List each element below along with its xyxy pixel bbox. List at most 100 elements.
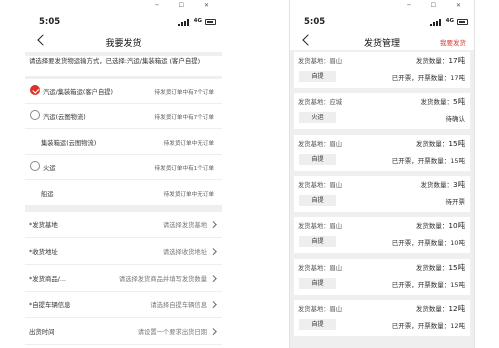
- shipment-base: 发货基地：眉山: [298, 264, 343, 272]
- battery-icon: [457, 19, 468, 25]
- form-field-row[interactable]: 出货时间 请设置一个要求出货日期: [25, 319, 222, 346]
- page-title: 我要发货: [105, 39, 142, 49]
- transport-mode-tag: 自提: [299, 153, 336, 165]
- shipment-status: 已开票，开票数量：15吨: [391, 156, 465, 165]
- nav-bar: 我要发货: [25, 34, 222, 52]
- transport-option-label: 火运: [43, 165, 56, 173]
- shipment-base: 发货基地：应城: [298, 99, 343, 107]
- shipment-card[interactable]: 发货基地：眉山 发货数量：15吨自提 已开票，开票数量：15吨: [294, 134, 470, 171]
- shipment-quantity: 发货数量：15吨: [416, 262, 465, 273]
- quantity-value: 17吨: [448, 56, 465, 65]
- transport-notice: 请选择要发货物运输方式，已选择:汽运/集装箱运 (客户自提): [25, 56, 222, 76]
- shipment-card[interactable]: 发货基地：眉山 发货数量：15吨自提 已开票，开票数量：15吨: [294, 258, 470, 295]
- transport-option[interactable]: 汽运(云图物流) 待发货订单中有7个订单: [25, 104, 222, 130]
- shipment-quantity: 发货数量：10吨: [416, 220, 465, 231]
- quantity-label: 发货数量：: [420, 180, 454, 189]
- status-bar: 5:05 4G: [290, 17, 474, 29]
- shipment-base: 发货基地：眉山: [298, 305, 343, 313]
- transport-option[interactable]: 集装箱运(云图物流) 待发货订单中无订单: [25, 129, 222, 155]
- shipment-management-screen: ─ ☐ ✕ 5:05 4G 发货管理 我要发货 发货基地：眉山 发货数量：17吨自…: [289, 0, 475, 348]
- signal-icon: [430, 19, 442, 26]
- chevron-right-icon: [209, 221, 216, 228]
- form-field-label: *收货地址: [29, 247, 58, 256]
- transport-option-note: 待发货订单中无订单: [163, 191, 214, 198]
- form-field-label: *发货基地: [29, 221, 58, 229]
- form-field-label: *自提车辆信息: [29, 301, 71, 310]
- form-field-row[interactable]: *发货商品/... 请选择发货商品并填写发货数量: [25, 265, 222, 292]
- transport-mode-tag: 自提: [299, 194, 336, 206]
- transport-option[interactable]: 船运 待发货订单中无订单: [25, 180, 222, 206]
- shipment-status: 待确认: [445, 115, 466, 124]
- shipment-status: 待开票: [445, 197, 466, 206]
- quantity-value: 15吨: [448, 262, 465, 272]
- radio-unchecked-icon[interactable]: [30, 110, 40, 121]
- transport-option-label: 汽运(云图物流): [43, 114, 86, 122]
- quantity-value: 10吨: [448, 221, 465, 231]
- form-field-placeholder[interactable]: 请选择收货地址: [163, 247, 207, 256]
- transport-option[interactable]: 汽运/集装箱运(客户自提) 待发货订单中有7个订单: [25, 79, 222, 104]
- form-field-placeholder[interactable]: 请选择自提车辆信息: [150, 300, 207, 309]
- transport-mode-tag: 火运: [299, 112, 336, 124]
- quantity-value: 3吨: [453, 179, 465, 189]
- transport-mode-tag: 自提: [299, 236, 336, 248]
- quantity-value: 15吨: [448, 138, 465, 148]
- quantity-label: 发货数量：: [415, 139, 449, 148]
- quantity-label: 发货数量：: [420, 98, 454, 107]
- signal-icon: [178, 19, 190, 26]
- network-label: 4G: [193, 18, 202, 24]
- shipment-status: 已开票，开票数量：17吨: [391, 74, 465, 82]
- battery-icon: [205, 19, 216, 25]
- shipment-status: 已开票，开票数量：12吨: [391, 321, 465, 330]
- shipment-card[interactable]: 发货基地：眉山 发货数量：17吨自提 已开票，开票数量：17吨: [294, 52, 470, 88]
- shipment-card[interactable]: 发货基地：眉山 发货数量：12吨 自提 已开票，开票数量：12吨: [294, 299, 470, 336]
- transport-option-note: 待发货订单中有7个订单: [154, 115, 215, 122]
- form-field-placeholder[interactable]: 请选择发货商品并填写发货数量: [119, 274, 207, 283]
- shipment-base: 发货基地：眉山: [298, 58, 343, 65]
- status-bar: 5:05 4G: [25, 17, 222, 29]
- radio-checked-icon[interactable]: [30, 85, 40, 95]
- status-time: 5:05: [39, 17, 61, 27]
- shipment-list[interactable]: 发货基地：眉山 发货数量：17吨 自提 已开票，开票数量：17吨 发货基地：应城 发货数量…: [290, 50, 474, 348]
- transport-option-label: 汽运/集装箱运(客户自提): [43, 89, 114, 96]
- shipment-status: 已开票，开票数量：10吨: [391, 239, 465, 248]
- shipment-base: 发货基地：眉山: [298, 223, 343, 231]
- chevron-right-icon: [209, 301, 216, 308]
- form-field-placeholder[interactable]: 请选择发货基地: [163, 220, 207, 229]
- ship-goods-screen: ─ ☐ ✕ 5:05 4G 我要发货 请选择要发货物运输方式，已选择:汽运/集装…: [25, 0, 222, 348]
- chevron-right-icon: [209, 274, 216, 282]
- quantity-label: 发货数量：: [415, 57, 449, 65]
- shipment-status: 已开票，开票数量：15吨: [391, 280, 465, 289]
- shipment-quantity: 发货数量：17吨: [416, 55, 465, 66]
- form-field-label: 出货时间: [29, 328, 55, 337]
- shipment-card[interactable]: 发货基地：眉山 发货数量：3吨自提 待开票: [294, 175, 470, 212]
- quantity-value: 12吨: [448, 303, 465, 313]
- shipment-card[interactable]: 发货基地：应城 发货数量：5吨火运 待确认: [294, 93, 470, 130]
- transport-option-note: 待发货订单中有7个订单: [154, 90, 215, 96]
- quantity-label: 发货数量：: [415, 222, 449, 231]
- shipment-quantity: 发货数量：12吨: [416, 303, 465, 314]
- radio-unchecked-icon[interactable]: [30, 161, 40, 172]
- quantity-label: 发货数量：: [415, 304, 449, 313]
- window-controls[interactable]: ─ ☐ ✕: [155, 2, 218, 9]
- shipment-base: 发货基地：眉山: [298, 140, 343, 148]
- shipment-quantity: 发货数量：3吨: [421, 179, 465, 190]
- chevron-right-icon: [209, 247, 216, 255]
- transport-mode-tag: 自提: [299, 71, 336, 82]
- window-controls[interactable]: ─ ☐ ✕: [407, 2, 470, 9]
- quantity-value: 5吨: [453, 97, 465, 107]
- form-field-row[interactable]: *收货地址 请选择收货地址: [25, 238, 222, 265]
- transport-option[interactable]: 火运 待发货订单中有1个订单: [25, 155, 222, 181]
- transport-option-note: 待发货订单中无订单: [163, 140, 214, 147]
- transport-option-label: 集装箱运(云图物流): [41, 139, 97, 147]
- status-time: 5:05: [304, 17, 326, 27]
- form-field-row[interactable]: *发货基地 请选择发货基地: [25, 212, 222, 238]
- transport-option-label: 船运: [41, 190, 54, 198]
- form-field-row[interactable]: *自提车辆信息 请选择自提车辆信息: [25, 292, 222, 319]
- ship-goods-link[interactable]: 我要发货: [440, 37, 466, 47]
- transport-mode-tag: 自提: [299, 277, 336, 289]
- shipment-card[interactable]: 发货基地：眉山 发货数量：10吨自提 已开票，开票数量：10吨: [294, 217, 470, 254]
- shipment-quantity: 发货数量：5吨: [421, 96, 465, 107]
- shipment-base: 发货基地：眉山: [298, 181, 343, 189]
- chevron-right-icon: [209, 328, 216, 335]
- form-field-placeholder[interactable]: 请设置一个要求出货日期: [138, 327, 207, 336]
